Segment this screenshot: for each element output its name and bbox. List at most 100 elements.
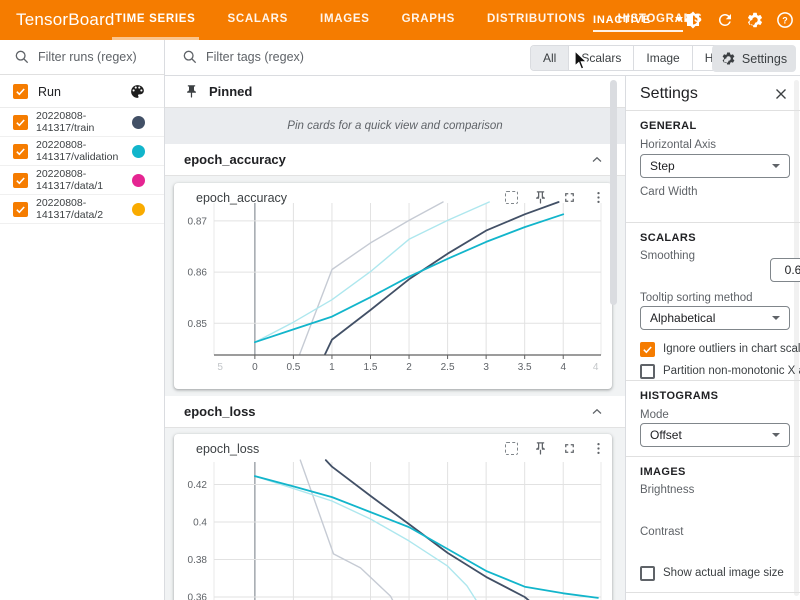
run-checkbox[interactable] (13, 173, 28, 188)
header-settings-gear-icon[interactable] (746, 11, 764, 29)
filter-tags-input[interactable]: Filter tags (regex) (182, 49, 304, 65)
card-width-label: Card Width (640, 186, 698, 198)
smoothing-value-input[interactable]: 0.6 (770, 258, 800, 282)
histograms-heading: HISTOGRAMS (640, 390, 718, 402)
svg-text:0.5: 0.5 (286, 362, 300, 373)
card-epoch-accuracy: epoch_accuracy 00.511.522.533.54540.850.… (174, 183, 612, 389)
refresh-icon[interactable] (716, 11, 734, 29)
chevron-up-icon[interactable] (591, 154, 603, 166)
run-color-dot[interactable] (132, 116, 145, 129)
svg-text:2: 2 (406, 362, 412, 373)
palette-icon[interactable] (129, 83, 146, 100)
chip-scalars[interactable]: Scalars (568, 46, 633, 70)
run-row-validation[interactable]: 20220808-141317/validation (0, 137, 164, 166)
run-label: 20220808- (36, 168, 86, 180)
svg-text:0.36: 0.36 (188, 593, 208, 600)
divider (626, 592, 800, 593)
partition-x-axis-row: Partition non-monotonic X axis? (640, 364, 800, 380)
brightness-label: Brightness (640, 484, 694, 496)
cards-scroll-area[interactable]: Pinned Pin cards for a quick view and co… (165, 76, 625, 600)
chevron-down-icon (772, 316, 780, 320)
card-epoch-loss: epoch_loss 0.420.40.380.36 (174, 434, 612, 600)
chevron-down-icon (772, 164, 780, 168)
run-column-label: Run (38, 85, 119, 99)
divider (626, 222, 800, 223)
horizontal-axis-dropdown[interactable]: Step (640, 154, 790, 178)
histogram-mode-label: Mode (640, 409, 669, 421)
svg-text:2.5: 2.5 (441, 362, 455, 373)
run-row-data2[interactable]: 20220808-141317/data/2 (0, 195, 164, 224)
pin-icon (184, 84, 199, 99)
epoch-loss-chart[interactable]: 0.420.40.380.36 (174, 450, 612, 600)
pinned-empty-hint: Pin cards for a quick view and compariso… (165, 107, 625, 144)
divider (626, 380, 800, 381)
chevron-down-icon (675, 17, 683, 22)
chip-all[interactable]: All (531, 46, 568, 70)
chevron-down-icon (772, 433, 780, 437)
run-color-dot[interactable] (132, 145, 145, 158)
svg-text:4: 4 (593, 362, 599, 373)
panel-scrollbar-track[interactable] (794, 80, 799, 596)
run-list-header: Run (0, 76, 164, 108)
divider (626, 456, 800, 457)
settings-button[interactable]: Settings (712, 45, 796, 72)
svg-text:4: 4 (560, 362, 566, 373)
settings-panel: Settings GENERAL Horizontal Axis Step Ca… (625, 76, 800, 600)
pinned-section-header: Pinned (165, 76, 625, 107)
filter-tags-placeholder: Filter tags (regex) (206, 50, 304, 64)
run-checkbox[interactable] (13, 115, 28, 130)
ignore-outliers-checkbox[interactable] (640, 342, 655, 357)
epoch-accuracy-chart[interactable]: 00.511.522.533.54540.850.860.87 (174, 195, 612, 375)
run-label: 20220808- (36, 110, 86, 122)
tooltip-sorting-label: Tooltip sorting method (640, 292, 753, 304)
ignore-outliers-row: Ignore outliers in chart scaling (640, 342, 800, 357)
filter-runs-input[interactable]: Filter runs (regex) (0, 40, 164, 75)
tab-distributions[interactable]: DISTRIBUTIONS (484, 0, 589, 40)
chip-image[interactable]: Image (633, 46, 691, 70)
run-select-all-checkbox[interactable] (13, 84, 28, 99)
run-color-dot[interactable] (132, 203, 145, 216)
filter-runs-placeholder: Filter runs (regex) (38, 50, 137, 64)
svg-text:3: 3 (483, 362, 489, 373)
partition-x-axis-checkbox[interactable] (640, 364, 655, 379)
section-header-epoch-accuracy[interactable]: epoch_accuracy (165, 144, 625, 176)
images-heading: IMAGES (640, 466, 686, 478)
help-icon[interactable]: ? (776, 11, 794, 29)
horizontal-axis-label: Horizontal Axis (640, 139, 716, 151)
main-scrollbar[interactable] (610, 80, 617, 305)
svg-text:0.42: 0.42 (188, 480, 208, 491)
section-header-epoch-loss[interactable]: epoch_loss (165, 396, 625, 428)
tab-images[interactable]: IMAGES (317, 0, 373, 40)
tab-scalars[interactable]: SCALARS (225, 0, 292, 40)
svg-text:0.86: 0.86 (188, 268, 208, 279)
svg-text:3.5: 3.5 (518, 362, 532, 373)
run-checkbox[interactable] (13, 144, 28, 159)
close-icon[interactable] (772, 85, 790, 103)
svg-text:0.87: 0.87 (188, 216, 208, 227)
tooltip-sorting-dropdown[interactable]: Alphabetical (640, 306, 790, 330)
tab-time-series[interactable]: TIME SERIES (112, 0, 199, 40)
run-row-train[interactable]: 20220808-141317/train (0, 108, 164, 137)
reload-status-dropdown[interactable]: INACTIVE (593, 9, 683, 32)
svg-text:0.85: 0.85 (188, 319, 208, 330)
run-label: 20220808- (36, 197, 86, 209)
pinned-title: Pinned (209, 84, 252, 99)
chevron-up-icon[interactable] (591, 406, 603, 418)
tag-filter-bar: Filter tags (regex) All Scalars Image Hi… (165, 40, 800, 76)
run-checkbox[interactable] (13, 202, 28, 217)
run-color-dot[interactable] (132, 174, 145, 187)
scalars-heading: SCALARS (640, 232, 696, 244)
runs-sidebar: Filter runs (regex) Run 20220808-141317/… (0, 40, 165, 600)
contrast-label: Contrast (640, 526, 683, 538)
histogram-mode-dropdown[interactable]: Offset (640, 423, 790, 447)
app-header: TensorBoard TIME SERIES SCALARS IMAGES G… (0, 0, 800, 40)
svg-text:1.5: 1.5 (364, 362, 378, 373)
show-actual-size-checkbox[interactable] (640, 566, 655, 581)
tab-graphs[interactable]: GRAPHS (399, 0, 458, 40)
svg-text:0: 0 (252, 362, 258, 373)
svg-text:?: ? (782, 15, 788, 25)
app-logo: TensorBoard (16, 10, 115, 30)
run-row-data1[interactable]: 20220808-141317/data/1 (0, 166, 164, 195)
theme-toggle-icon[interactable] (684, 11, 702, 29)
reload-status-value: INACTIVE (593, 14, 651, 26)
